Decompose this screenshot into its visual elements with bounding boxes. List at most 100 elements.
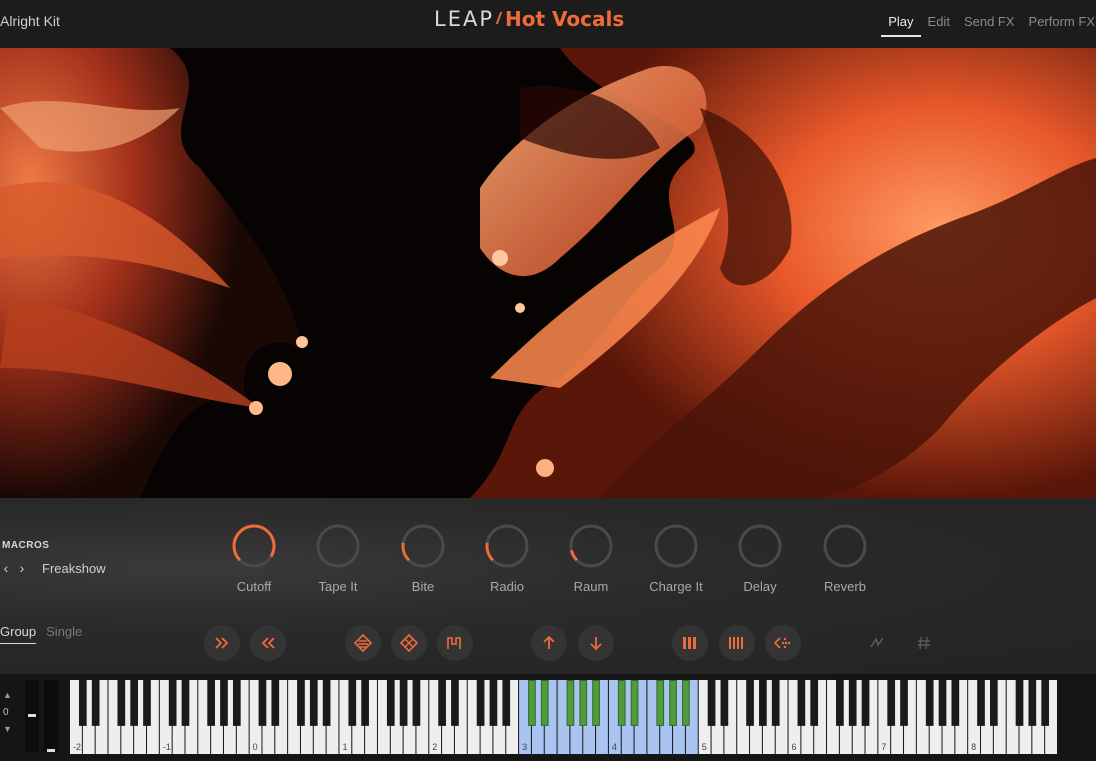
- artwork-image: [0, 48, 1096, 498]
- octave-label: 5: [702, 742, 707, 752]
- tab-send-fx[interactable]: Send FX: [957, 14, 1022, 37]
- tab-single[interactable]: Single: [46, 624, 82, 644]
- stack-diamond-hatched-icon[interactable]: [391, 625, 427, 661]
- double-chevron-right-icon[interactable]: [204, 625, 240, 661]
- knob-bite[interactable]: Bite: [388, 522, 458, 594]
- piano-keys[interactable]: -2 -1 0 1 2 3 4 5 6 7 8: [70, 680, 1058, 754]
- knob-dial: [738, 524, 782, 568]
- black-key[interactable]: [297, 680, 305, 726]
- black-key[interactable]: [476, 680, 485, 726]
- black-key[interactable]: [989, 680, 998, 726]
- black-key[interactable]: [130, 680, 139, 726]
- octave-label: 1: [342, 742, 347, 752]
- black-key[interactable]: [1015, 680, 1024, 726]
- stack-diamond-icon[interactable]: [345, 625, 381, 661]
- octave-label: 6: [792, 742, 797, 752]
- knob-raum[interactable]: Raum: [556, 522, 626, 594]
- tab-group[interactable]: Group: [0, 624, 37, 644]
- black-key[interactable]: [117, 680, 126, 726]
- knob-cutoff[interactable]: Cutoff: [219, 522, 289, 594]
- black-key[interactable]: [258, 680, 267, 726]
- octave-label: 2: [432, 742, 437, 752]
- black-key[interactable]: [451, 680, 459, 726]
- black-key[interactable]: [386, 680, 395, 726]
- black-key[interactable]: [220, 680, 228, 726]
- black-key[interactable]: [489, 680, 498, 726]
- black-key[interactable]: [232, 680, 241, 726]
- black-key[interactable]: [91, 680, 100, 726]
- black-key[interactable]: [78, 680, 87, 726]
- arrow-up-icon[interactable]: [531, 625, 567, 661]
- black-key-highlight: [593, 681, 599, 725]
- black-key[interactable]: [361, 680, 369, 726]
- black-key-highlight: [541, 681, 548, 725]
- black-key[interactable]: [746, 680, 754, 726]
- black-key[interactable]: [502, 680, 511, 726]
- black-key[interactable]: [925, 680, 934, 726]
- knob-radio[interactable]: Radio: [472, 522, 542, 594]
- double-chevron-left-icon[interactable]: [250, 625, 286, 661]
- kit-name[interactable]: Alright Kit: [0, 13, 60, 29]
- black-key[interactable]: [271, 680, 280, 726]
- knob-label: Tape It: [318, 579, 358, 594]
- black-key[interactable]: [836, 680, 844, 726]
- knob-reverb[interactable]: Reverb: [810, 522, 880, 594]
- black-key[interactable]: [810, 680, 819, 726]
- tab-perform-fx[interactable]: Perform FX: [1022, 14, 1096, 37]
- reverse-dots-icon[interactable]: [765, 625, 801, 661]
- black-key[interactable]: [771, 680, 780, 726]
- slice-bars-icon[interactable]: [672, 625, 708, 661]
- mod-wheel[interactable]: [44, 680, 58, 752]
- black-key[interactable]: [309, 680, 318, 726]
- dimmed-hash-icon[interactable]: [906, 625, 942, 661]
- black-key[interactable]: [720, 680, 729, 726]
- black-key[interactable]: [168, 680, 177, 726]
- black-key[interactable]: [861, 680, 870, 726]
- octave-down-button[interactable]: ▼: [3, 724, 12, 734]
- black-key[interactable]: [438, 680, 446, 726]
- knob-dial: [654, 524, 698, 568]
- black-key[interactable]: [707, 680, 716, 726]
- black-key[interactable]: [900, 680, 908, 726]
- black-key[interactable]: [399, 680, 408, 726]
- prev-preset-button[interactable]: ‹: [0, 560, 12, 576]
- product-logo: LEAP Hot Vocals: [434, 7, 624, 37]
- preset-name[interactable]: Freakshow: [42, 561, 106, 576]
- kit-artwork: [0, 48, 1096, 498]
- black-key[interactable]: [348, 680, 357, 726]
- black-key[interactable]: [759, 680, 767, 726]
- black-key[interactable]: [977, 680, 985, 726]
- black-key[interactable]: [1028, 680, 1037, 726]
- pitch-bend-thumb: [28, 714, 36, 717]
- tab-edit[interactable]: Edit: [921, 14, 957, 37]
- octave-up-button[interactable]: ▲: [3, 690, 12, 700]
- arrow-down-icon[interactable]: [578, 625, 614, 661]
- black-key[interactable]: [143, 680, 151, 726]
- black-key-highlight: [670, 681, 676, 725]
- knob-delay[interactable]: Delay: [725, 522, 795, 594]
- black-key[interactable]: [938, 680, 947, 726]
- knob-charge-it[interactable]: Charge It: [641, 522, 711, 594]
- black-key[interactable]: [887, 680, 896, 726]
- piano-keyboard[interactable]: -2 -1 0 1 2 3 4 5 6 7 8: [70, 680, 1058, 754]
- knob-dial: [569, 524, 613, 568]
- knob-label: Bite: [411, 579, 435, 594]
- tab-play[interactable]: Play: [881, 14, 921, 37]
- black-key[interactable]: [181, 680, 190, 726]
- black-key[interactable]: [1041, 680, 1050, 726]
- black-key[interactable]: [207, 680, 215, 726]
- knob-tape-it[interactable]: Tape It: [303, 522, 373, 594]
- preset-selector: ‹ › Freakshow: [0, 560, 106, 576]
- black-key[interactable]: [848, 680, 857, 726]
- knob-label: Delay: [743, 579, 777, 594]
- black-key[interactable]: [951, 680, 960, 726]
- black-key[interactable]: [322, 680, 331, 726]
- slice-bars-dense-icon[interactable]: [719, 625, 755, 661]
- pitch-bend-wheel[interactable]: [25, 680, 39, 752]
- next-preset-button[interactable]: ›: [16, 560, 28, 576]
- envelope-shape-icon[interactable]: [437, 625, 473, 661]
- black-key[interactable]: [412, 680, 421, 726]
- black-key[interactable]: [797, 680, 806, 726]
- dimmed-effect-icon[interactable]: [859, 625, 895, 661]
- knob-label: Raum: [573, 579, 609, 594]
